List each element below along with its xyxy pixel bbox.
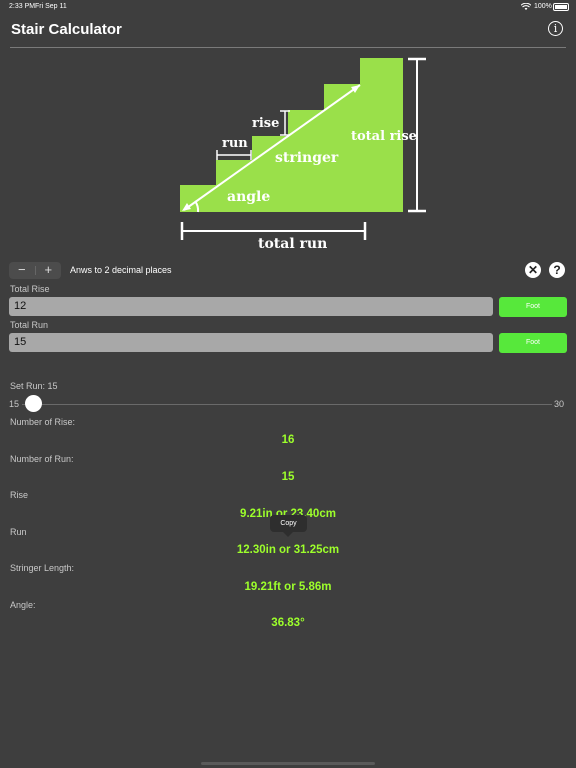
total-run-label: total run: [258, 236, 327, 252]
set-run-label: Set Run: 15: [10, 381, 58, 391]
total-run-unit-button[interactable]: Foot: [499, 333, 567, 353]
angle-label: angle: [227, 189, 270, 205]
number-of-run-label: Number of Run:: [10, 454, 74, 464]
number-of-rise-label: Number of Rise:: [10, 417, 76, 427]
page-title: Stair Calculator: [11, 21, 122, 38]
total-run-input[interactable]: 15: [9, 333, 493, 352]
clear-icon[interactable]: ✕: [525, 262, 541, 278]
number-of-rise-value[interactable]: 16: [0, 434, 576, 446]
slider-max-label: 30: [554, 399, 565, 409]
slider-track[interactable]: [22, 404, 552, 405]
stringer-length-value[interactable]: 19.21ft or 5.86m: [0, 581, 576, 593]
run-label: run: [222, 136, 248, 151]
home-indicator: [201, 762, 375, 765]
angle-result-label: Angle:: [10, 600, 36, 610]
status-time: 2:33 PM: [9, 3, 36, 10]
total-rise-input[interactable]: 12: [9, 297, 493, 316]
stringer-label: stringer: [275, 150, 339, 166]
plus-button[interactable]: +: [36, 262, 62, 279]
header-divider: [10, 47, 566, 48]
number-of-run-value[interactable]: 15: [0, 471, 576, 483]
decimal-stepper: − +: [9, 262, 61, 279]
total-rise-label: total rise: [351, 129, 417, 144]
tooltip-arrow: [283, 532, 293, 537]
rise-label: rise: [252, 116, 279, 131]
minus-button[interactable]: −: [9, 262, 35, 279]
total-rise-field-label: Total Rise: [10, 284, 50, 294]
stair-diagram: rise run stringer total rise angle total…: [180, 57, 426, 252]
info-icon[interactable]: i: [548, 21, 563, 36]
rise-result-label: Rise: [10, 490, 29, 500]
slider-min-label: 15: [9, 399, 20, 409]
help-icon[interactable]: ?: [549, 262, 565, 278]
decimal-places-label: Anws to 2 decimal places: [70, 265, 172, 275]
wifi-icon: [520, 2, 532, 13]
stringer-length-label: Stringer Length:: [10, 563, 75, 573]
status-date: Fri Sep 11: [35, 3, 67, 10]
run-result-value[interactable]: 12.30in or 31.25cm: [0, 544, 576, 556]
battery-percent: 100%: [534, 3, 552, 10]
slider-thumb[interactable]: [25, 395, 42, 412]
run-result-label: Run: [10, 527, 27, 537]
battery-icon: [553, 3, 569, 11]
total-rise-unit-button[interactable]: Foot: [499, 297, 567, 317]
total-run-field-label: Total Run: [10, 320, 49, 330]
angle-result-value[interactable]: 36.83°: [0, 617, 576, 629]
copy-tooltip[interactable]: Copy: [270, 515, 307, 532]
